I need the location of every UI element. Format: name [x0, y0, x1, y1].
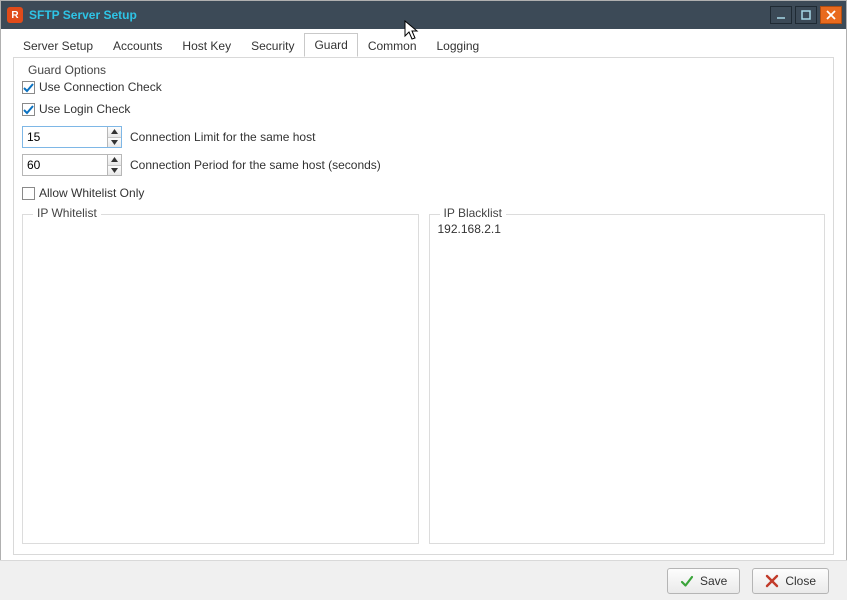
ip-whitelist-legend: IP Whitelist	[33, 206, 101, 220]
connection-period-label: Connection Period for the same host (sec…	[130, 158, 381, 172]
allow-whitelist-only-label[interactable]: Allow Whitelist Only	[39, 186, 144, 200]
maximize-button[interactable]	[795, 6, 817, 24]
window-close-button[interactable]	[820, 6, 842, 24]
use-login-check-checkbox[interactable]	[22, 103, 35, 116]
tab-common[interactable]: Common	[358, 34, 427, 57]
app-icon-letter: R	[11, 10, 18, 21]
title-bar: R SFTP Server Setup	[1, 1, 846, 29]
tab-content-guard: Guard Options Use Connection Check Use L…	[13, 57, 834, 555]
guard-options-legend: Guard Options	[24, 63, 110, 77]
connection-period-down[interactable]	[108, 166, 121, 176]
check-icon	[680, 574, 694, 588]
tab-server-setup[interactable]: Server Setup	[13, 34, 103, 57]
guard-options-group: Guard Options Use Connection Check Use L…	[22, 76, 825, 544]
ip-whitelist-listbox[interactable]	[29, 221, 412, 537]
blacklist-item[interactable]: 192.168.2.1	[436, 221, 819, 237]
connection-limit-spinner[interactable]	[22, 126, 122, 148]
connection-period-spinner[interactable]	[22, 154, 122, 176]
tab-guard[interactable]: Guard	[304, 33, 357, 57]
connection-period-input[interactable]	[23, 155, 107, 175]
use-connection-check-label[interactable]: Use Connection Check	[39, 80, 162, 94]
dialog-footer: Save Close	[0, 560, 847, 600]
minimize-button[interactable]	[770, 6, 792, 24]
allow-whitelist-only-checkbox[interactable]	[22, 187, 35, 200]
connection-limit-up[interactable]	[108, 127, 121, 138]
use-login-check-label[interactable]: Use Login Check	[39, 102, 130, 116]
tab-host-key[interactable]: Host Key	[172, 34, 241, 57]
app-icon: R	[7, 7, 23, 23]
close-icon	[765, 574, 779, 588]
connection-limit-input[interactable]	[23, 127, 107, 147]
use-connection-check-checkbox[interactable]	[22, 81, 35, 94]
window-title: SFTP Server Setup	[29, 8, 137, 22]
tab-accounts[interactable]: Accounts	[103, 34, 172, 57]
save-button[interactable]: Save	[667, 568, 740, 594]
connection-limit-label: Connection Limit for the same host	[130, 130, 315, 144]
connection-limit-down[interactable]	[108, 138, 121, 148]
close-button[interactable]: Close	[752, 568, 829, 594]
ip-blacklist-listbox[interactable]: 192.168.2.1	[436, 221, 819, 537]
ip-blacklist-legend: IP Blacklist	[440, 206, 506, 220]
connection-period-up[interactable]	[108, 155, 121, 166]
close-button-label: Close	[785, 574, 816, 588]
ip-blacklist-group: IP Blacklist 192.168.2.1	[429, 214, 826, 544]
tab-logging[interactable]: Logging	[427, 34, 490, 57]
save-button-label: Save	[700, 574, 727, 588]
ip-whitelist-group: IP Whitelist	[22, 214, 419, 544]
tab-security[interactable]: Security	[241, 34, 304, 57]
tab-strip: Server Setup Accounts Host Key Security …	[1, 33, 846, 57]
